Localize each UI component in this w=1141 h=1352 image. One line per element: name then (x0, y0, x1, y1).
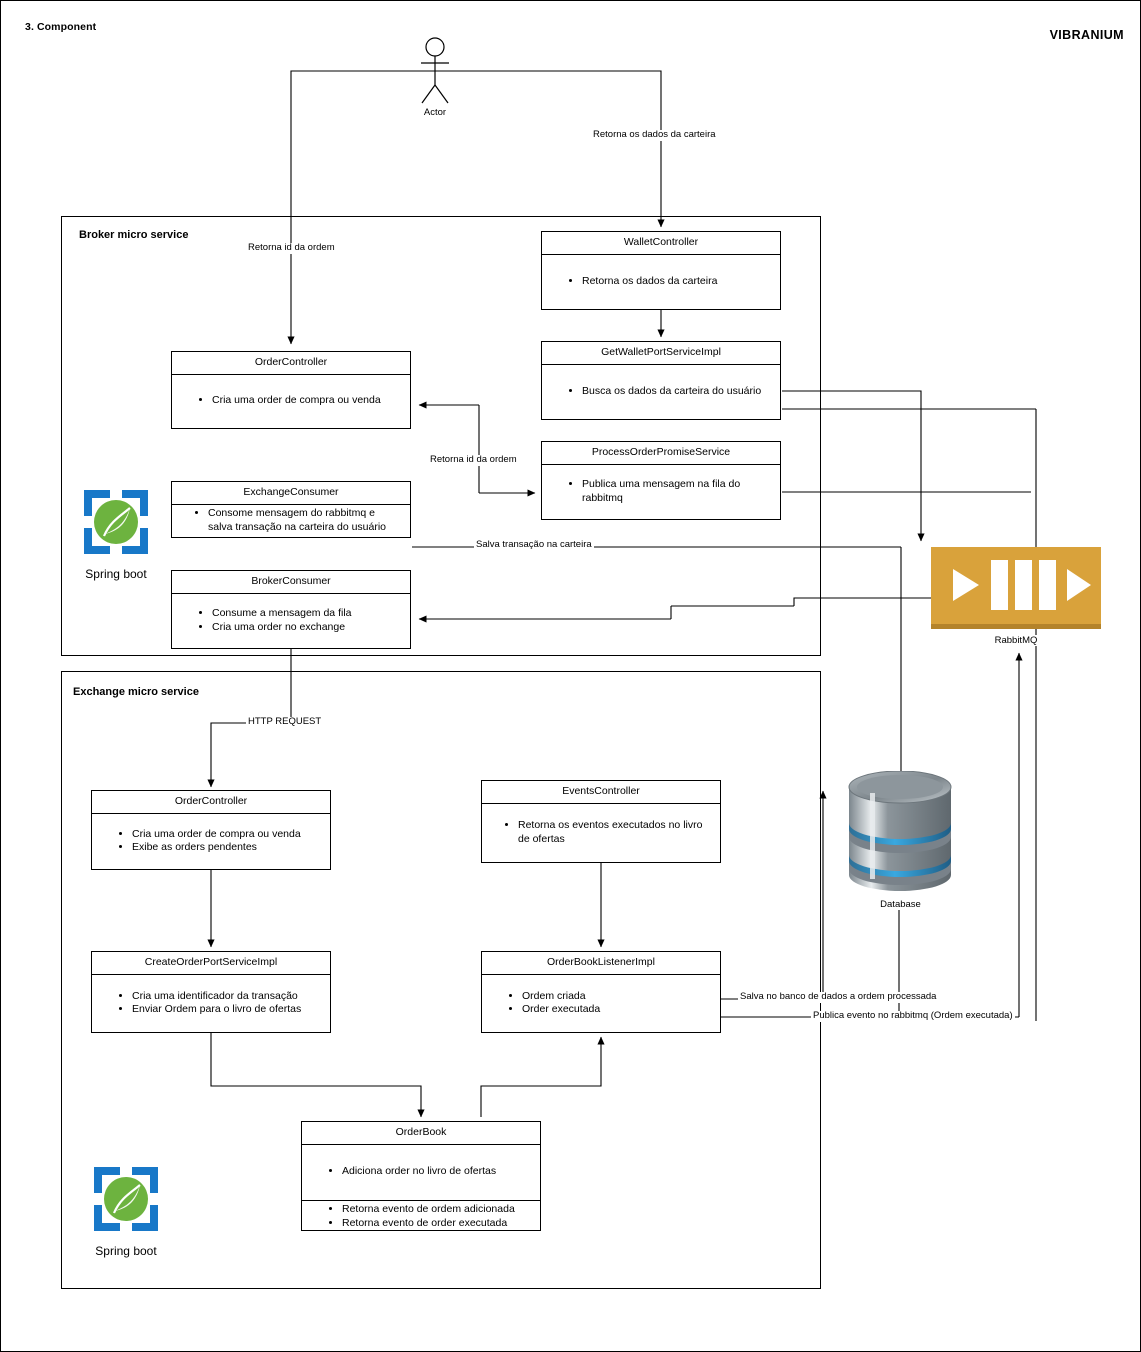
edge-label-http-request: HTTP REQUEST (246, 716, 324, 728)
component-exchange-consumer[interactable]: ExchangeConsumer Consome mensagem do rab… (171, 481, 411, 538)
component-title: OrderBookListenerImpl (482, 952, 720, 975)
rabbitmq-icon (931, 547, 1101, 629)
edge-label-salva-banco-dados: Salva no banco de dados a ordem processa… (738, 991, 939, 1003)
component-title: ProcessOrderPromiseService (542, 442, 780, 465)
component-bullet: Consume a mensagem da fila (212, 607, 400, 620)
component-title: GetWalletPortServiceImpl (542, 342, 780, 365)
infrastructure-label: RabbitMQ (931, 635, 1101, 646)
component-section: Publica uma mensagem na fila do rabbitmq (542, 465, 780, 519)
edge-label-retorna-id-ordem-mid: Retorna id da ordem (428, 454, 519, 466)
spring-boot-leaf-icon (94, 1167, 158, 1231)
component-bullet-list: Cria uma identificador da transação Envi… (92, 990, 330, 1016)
component-bullet-list: Retorna os dados da carteira (542, 275, 780, 288)
infrastructure-rabbitmq[interactable]: RabbitMQ (931, 547, 1101, 646)
component-broker-order-controller[interactable]: OrderController Cria uma order de compra… (171, 351, 411, 429)
component-bullet: Cria uma order de compra ou venda (212, 394, 400, 407)
actor[interactable]: Actor (411, 37, 459, 127)
edge-label-retorna-id-ordem-top: Retorna id da ordem (246, 242, 337, 254)
component-section: Cria uma order de compra ou venda Exibe … (92, 814, 330, 869)
database-cylinder-icon (848, 770, 952, 891)
component-bullet: Ordem criada (522, 990, 710, 1003)
edge-label-publica-evento-rabbitmq: Publica evento no rabbitmq (Ordem execut… (811, 1010, 1015, 1022)
component-section: Cria uma identificador da transação Envi… (92, 975, 330, 1032)
component-section: Consome mensagem do rabbitmq e salva tra… (172, 505, 410, 537)
component-bullet-list: Consome mensagem do rabbitmq e salva tra… (172, 507, 410, 533)
component-exchange-order-controller[interactable]: OrderController Cria uma order de compra… (91, 790, 331, 870)
component-title: CreateOrderPortServiceImpl (92, 952, 330, 975)
component-title: OrderBook (302, 1122, 540, 1145)
component-bullet-list: Consume a mensagem da fila Cria uma orde… (172, 607, 410, 633)
component-bullet-list: Cria uma order de compra ou venda (172, 394, 410, 407)
component-order-book[interactable]: OrderBook Adiciona order no livro de ofe… (301, 1121, 541, 1231)
platform-badge-label: Spring boot (95, 1244, 157, 1258)
component-section: Ordem criada Order executada (482, 975, 720, 1032)
component-process-order-promise-service[interactable]: ProcessOrderPromiseService Publica uma m… (541, 441, 781, 520)
component-get-wallet-port-service-impl[interactable]: GetWalletPortServiceImpl Busca os dados … (541, 341, 781, 420)
component-title: OrderController (92, 791, 330, 814)
component-bullet: Exibe as orders pendentes (132, 841, 320, 854)
component-section: Adiciona order no livro de ofertas (302, 1145, 540, 1200)
component-bullet: Busca os dados da carteira do usuário (582, 385, 770, 398)
edge-label-salva-transacao-carteira: Salva transação na carteira (474, 539, 594, 551)
component-bullet: Enviar Ordem para o livro de ofertas (132, 1003, 320, 1016)
component-bullet-list: Ordem criada Order executada (482, 990, 720, 1016)
component-title: BrokerConsumer (172, 571, 410, 594)
component-bullet: Consome mensagem do rabbitmq e salva tra… (208, 507, 400, 533)
component-bullet: Order executada (522, 1003, 710, 1016)
component-bullet: Cria uma identificador da transação (132, 990, 320, 1003)
component-section: Retorna os eventos executados no livro d… (482, 804, 720, 862)
component-section: Retorna evento de ordem adicionada Retor… (302, 1199, 540, 1233)
component-events-controller[interactable]: EventsController Retorna os eventos exec… (481, 780, 721, 863)
component-bullet: Retorna os eventos executados no livro d… (518, 819, 710, 845)
component-broker-consumer[interactable]: BrokerConsumer Consume a mensagem da fil… (171, 570, 411, 649)
platform-badge-label: Spring boot (85, 567, 147, 581)
infrastructure-database[interactable]: Database (843, 770, 958, 910)
component-title: OrderController (172, 352, 410, 375)
component-bullet-list: Retorna os eventos executados no livro d… (482, 819, 720, 845)
component-bullet: Adiciona order no livro de ofertas (342, 1165, 530, 1178)
component-create-order-port-service-impl[interactable]: CreateOrderPortServiceImpl Cria uma iden… (91, 951, 331, 1033)
component-order-book-listener-impl[interactable]: OrderBookListenerImpl Ordem criada Order… (481, 951, 721, 1033)
component-bullet: Cria uma order de compra ou venda (132, 828, 320, 841)
component-bullet: Cria uma order no exchange (212, 621, 400, 634)
rabbitmq-glyph (953, 560, 1091, 610)
component-diagram-canvas: 3. Component VIBRANIUM Actor Broker micr… (0, 0, 1141, 1352)
platform-badge-spring-boot-exchange: Spring boot (89, 1163, 163, 1258)
component-bullet-list: Adiciona order no livro de ofertas (302, 1165, 540, 1178)
component-bullet: Publica uma mensagem na fila do rabbitmq (582, 478, 770, 504)
component-bullet: Retorna os dados da carteira (582, 275, 770, 288)
actor-stick-figure-icon (421, 37, 449, 104)
actor-label: Actor (423, 107, 447, 118)
component-bullet: Retorna evento de order executada (342, 1217, 530, 1230)
component-section: Cria uma order de compra ou venda (172, 375, 410, 428)
platform-badge-spring-boot-broker: Spring boot (79, 486, 153, 581)
component-section: Busca os dados da carteira do usuário (542, 365, 780, 419)
component-title: ExchangeConsumer (172, 482, 410, 505)
component-bullet: Retorna evento de ordem adicionada (342, 1203, 530, 1216)
component-bullet-list: Publica uma mensagem na fila do rabbitmq (542, 478, 780, 504)
component-title: WalletController (542, 232, 780, 255)
component-bullet-list: Cria uma order de compra ou venda Exibe … (92, 828, 330, 854)
page-section-label: 3. Component (25, 21, 97, 33)
component-section: Consume a mensagem da fila Cria uma orde… (172, 594, 410, 648)
component-wallet-controller[interactable]: WalletController Retorna os dados da car… (541, 231, 781, 310)
component-section: Retorna os dados da carteira (542, 255, 780, 309)
infrastructure-label: Database (843, 899, 958, 910)
brand-title: VIBRANIUM (1049, 28, 1124, 42)
component-bullet-list: Retorna evento de ordem adicionada Retor… (302, 1203, 540, 1229)
component-bullet-list: Busca os dados da carteira do usuário (542, 385, 780, 398)
spring-boot-leaf-icon (84, 490, 148, 554)
edge-label-retorna-dados-carteira: Retorna os dados da carteira (591, 129, 718, 141)
component-title: EventsController (482, 781, 720, 804)
